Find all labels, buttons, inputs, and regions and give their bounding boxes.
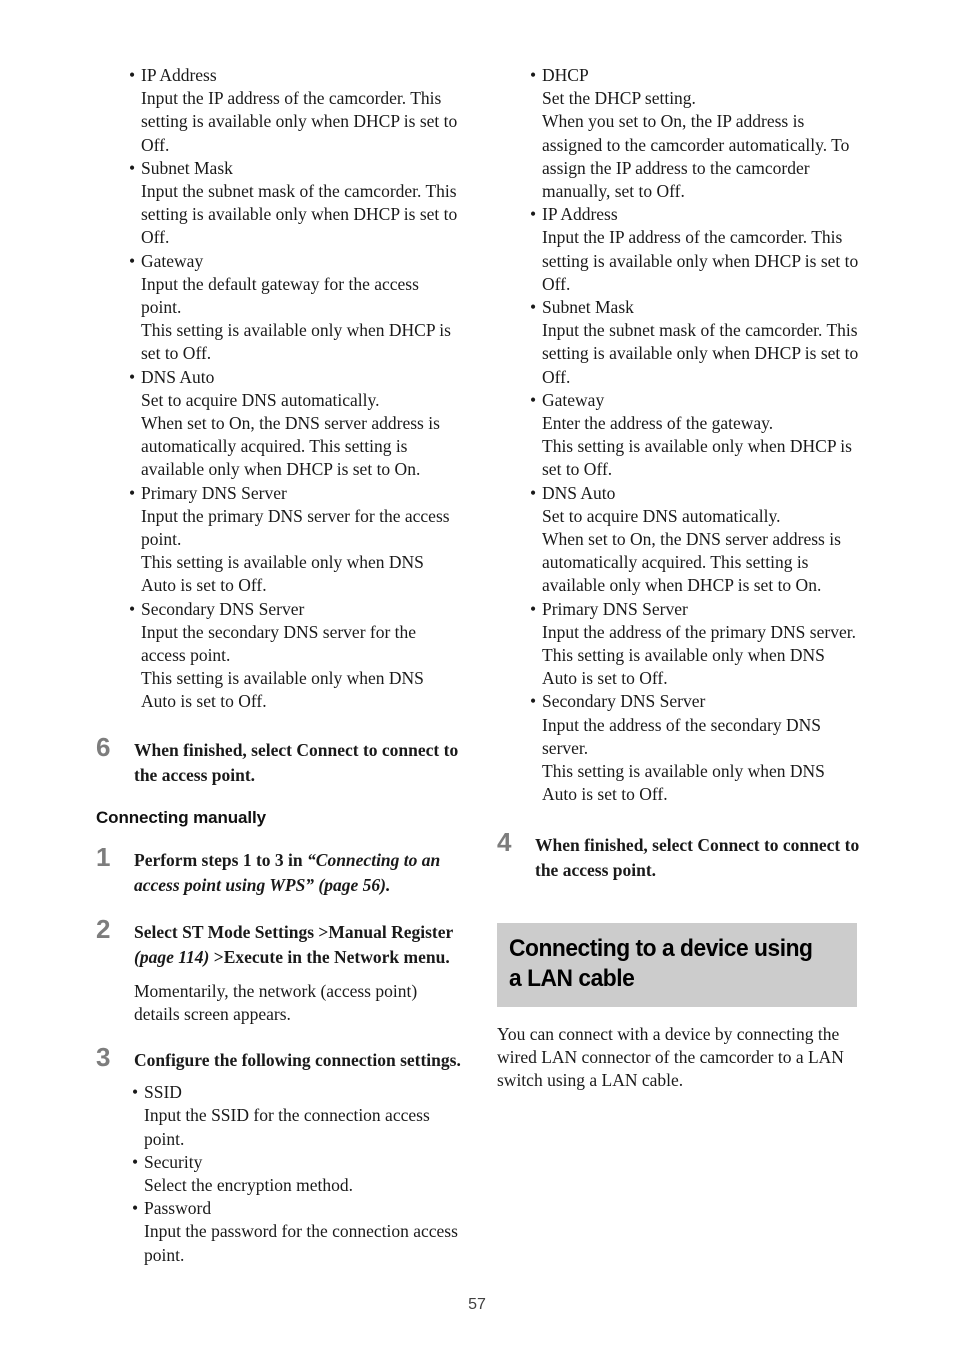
section-heading: Connecting to a device using a LAN cable — [509, 934, 813, 992]
bullet-icon: • — [530, 204, 537, 225]
setting-description: Set to acquire DNS automatically. When se… — [542, 505, 841, 596]
setting-term: Security — [144, 1151, 203, 1172]
list-item: • DHCP Set the DHCP setting. When you set… — [497, 64, 863, 203]
step-4: 4 When finished, select Connect to conne… — [497, 829, 863, 883]
setting-term: DNS Auto — [542, 482, 616, 503]
list-item: • Secondary DNS Server Input the seconda… — [96, 598, 462, 714]
step-number: 4 — [497, 826, 512, 857]
setting-term: IP Address — [141, 65, 217, 85]
list-item: • Subnet Mask Input the subnet mask of t… — [96, 157, 462, 250]
step-title: When finished, select Connect to connect… — [535, 834, 860, 880]
step-2: 2 Select ST Mode Settings >Manual Regist… — [96, 916, 462, 1026]
setting-description: Input the SSID for the connection access… — [144, 1105, 430, 1149]
list-item: • Subnet Mask Input the subnet mask of t… — [497, 296, 863, 389]
setting-term: Gateway — [141, 250, 204, 271]
list-item: • IP Address Input the IP address of the… — [497, 203, 863, 296]
bullet-icon: • — [132, 1198, 139, 1219]
setting-term: Secondary DNS Server — [141, 598, 305, 619]
bullet-icon: • — [530, 65, 537, 85]
setting-term: SSID — [144, 1082, 182, 1103]
setting-description: Input the primary DNS server for the acc… — [141, 505, 450, 596]
step-3: 3 Configure the following connection set… — [96, 1044, 462, 1267]
bullet-icon: • — [530, 389, 537, 410]
setting-description: Input the subnet mask of the camcorder. … — [141, 181, 458, 248]
setting-description: Set the DHCP setting. When you set to On,… — [542, 88, 850, 202]
setting-term: Primary DNS Server — [542, 598, 688, 619]
subsection-heading: Connecting manually — [96, 807, 267, 827]
step-body: Momentarily, the network (access point) … — [134, 980, 418, 1024]
step-title-text-2: >Execute in the Network menu. — [209, 946, 450, 967]
step-number: 6 — [96, 731, 111, 762]
list-item: • DNS Auto Set to acquire DNS automatica… — [497, 482, 863, 598]
setting-term: Primary DNS Server — [141, 482, 287, 503]
list-item: • Primary DNS Server Input the primary D… — [96, 482, 462, 598]
step-number: 3 — [96, 1042, 111, 1073]
setting-term: Subnet Mask — [542, 297, 634, 318]
step-title: Select ST Mode Settings >Manual Register… — [134, 920, 462, 970]
list-item: • Primary DNS Server Input the address o… — [497, 598, 863, 691]
step-title-text: Select ST Mode Settings >Manual Register — [134, 921, 453, 942]
bullet-icon: • — [129, 598, 136, 619]
step-number: 2 — [96, 913, 111, 944]
setting-term: DHCP — [542, 65, 589, 85]
list-item: • Gateway Input the default gateway for … — [96, 250, 462, 366]
bullet-icon: • — [129, 482, 136, 503]
setting-description: Input the subnet mask of the camcorder. … — [542, 320, 859, 387]
page-number: 57 — [468, 1296, 486, 1313]
left-column: • IP Address Input the IP address of the… — [96, 64, 462, 1267]
list-item: • DNS Auto Set to acquire DNS automatica… — [96, 366, 462, 482]
bullet-icon: • — [530, 297, 537, 318]
right-column: • DHCP Set the DHCP setting. When you set… — [497, 64, 863, 1092]
setting-term: Secondary DNS Server — [542, 691, 706, 712]
setting-description: Select the encryption method. — [144, 1174, 353, 1195]
setting-term: IP Address — [542, 204, 618, 225]
bullet-icon: • — [129, 366, 136, 387]
bullet-icon: • — [530, 482, 537, 503]
bullet-icon: • — [530, 598, 537, 619]
step-1: 1 Perform steps 1 to 3 in “Connecting to… — [96, 844, 462, 898]
list-item: • IP Address Input the IP address of the… — [96, 64, 462, 157]
setting-description: Input the default gateway for the access… — [141, 273, 451, 364]
bullet-icon: • — [129, 250, 136, 271]
step-number: 1 — [96, 841, 111, 872]
section-heading-banner: Connecting to a device using a LAN cable — [497, 922, 857, 1007]
step-title: Perform steps 1 to 3 in “Connecting to a… — [134, 848, 462, 898]
manual-page: • IP Address Input the IP address of the… — [0, 0, 954, 1352]
setting-description: Enter the address of the gateway. This se… — [542, 413, 852, 480]
setting-description: Set to acquire DNS automatically. When se… — [141, 389, 440, 480]
setting-description: Input the password for the connection ac… — [144, 1221, 458, 1265]
setting-term: Subnet Mask — [141, 157, 233, 178]
setting-description: Input the IP address of the camcorder. T… — [542, 227, 859, 294]
step-6: 6 When finished, select Connect to conne… — [96, 734, 462, 788]
setting-description: Input the secondary DNS server for the a… — [141, 621, 424, 712]
list-item: • SSID Input the SSID for the connection… — [96, 1081, 462, 1151]
setting-description: Input the address of the primary DNS ser… — [542, 621, 856, 689]
setting-term: DNS Auto — [141, 366, 215, 387]
step-3-settings-list: • SSID Input the SSID for the connection… — [96, 1081, 462, 1267]
bullet-icon: • — [129, 65, 136, 85]
list-item: • Password Input the password for the co… — [96, 1197, 462, 1267]
bullet-icon: • — [530, 691, 537, 712]
bullet-icon: • — [129, 157, 136, 178]
list-item: • Security Select the encryption method. — [96, 1151, 462, 1197]
left-settings-list: • IP Address Input the IP address of the… — [96, 64, 462, 714]
list-item: • Secondary DNS Server Input the address… — [497, 690, 863, 806]
bullet-icon: • — [132, 1151, 139, 1172]
setting-description: Input the IP address of the camcorder. T… — [141, 88, 458, 155]
step-title-text: Perform steps 1 to 3 in — [134, 849, 308, 870]
step-title-reference: (page 114) — [134, 946, 210, 967]
right-settings-list: • DHCP Set the DHCP setting. When you set… — [497, 64, 863, 807]
section-body-text: You can connect with a device by connect… — [497, 1023, 844, 1090]
list-item: • Gateway Enter the address of the gatew… — [497, 389, 863, 482]
setting-description: Input the address of the secondary DNS s… — [542, 714, 825, 805]
setting-term: Gateway — [542, 389, 605, 410]
step-title: Configure the following connection setti… — [134, 1050, 461, 1071]
step-title: When finished, select Connect to connect… — [134, 739, 459, 785]
setting-term: Password — [144, 1198, 212, 1219]
bullet-icon: • — [132, 1082, 139, 1103]
